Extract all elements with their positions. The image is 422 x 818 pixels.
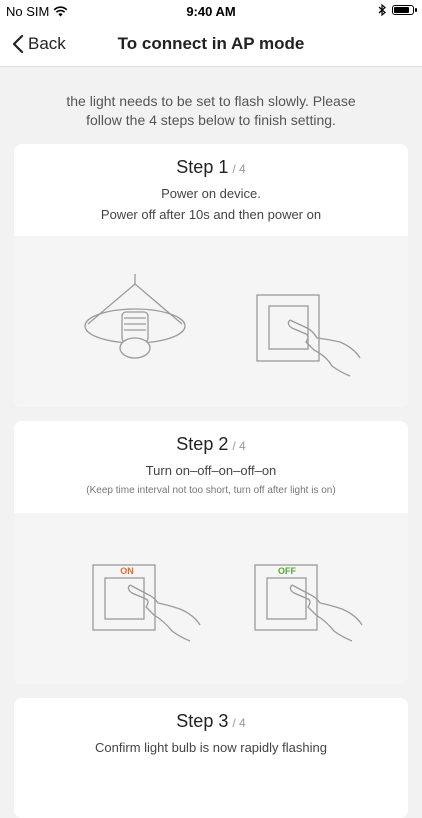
step-1-illustration: [14, 236, 408, 407]
step-1-card: Step 1/ 4 Power on device. Power off aft…: [14, 144, 408, 407]
step-1-title: Step 1/ 4: [14, 157, 408, 178]
intro-line-1: the light needs to be set to flash slowl…: [66, 93, 356, 109]
step-1-header: Step 1/ 4 Power on device. Power off aft…: [14, 144, 408, 236]
lamp-icon: [84, 274, 186, 359]
intro-line-2: follow the 4 steps below to finish setti…: [86, 112, 336, 128]
step-2-header: Step 2/ 4 Turn on–off–on–off–on (Keep ti…: [14, 421, 408, 513]
status-time: 9:40 AM: [186, 4, 236, 19]
switch-off-label: OFF: [278, 566, 296, 576]
step-3-title: Step 3/ 4: [14, 711, 408, 732]
status-bar: No SIM 9:40 AM: [0, 0, 422, 22]
status-right: [378, 4, 417, 16]
step-2-label: Step 2: [176, 434, 229, 454]
battery-icon: [392, 5, 417, 15]
step-3-label: Step 3: [176, 711, 229, 731]
step-3-description-1: Confirm light bulb is now rapidly flashi…: [95, 740, 327, 755]
step-2-title: Step 2/ 4: [14, 434, 408, 455]
page-title: To connect in AP mode: [117, 34, 305, 53]
step-3-card: Step 3/ 4 Confirm light bulb is now rapi…: [14, 698, 408, 818]
step-2-card: Step 2/ 4 Turn on–off–on–off–on (Keep ti…: [14, 421, 408, 684]
step-2-description-1: Turn on–off–on–off–on: [145, 463, 277, 478]
step-1-label: Step 1: [176, 157, 229, 177]
step-3-header: Step 3/ 4 Confirm light bulb is now rapi…: [14, 698, 408, 790]
step-1-description-2: Power off after 10s and then power on: [100, 207, 322, 222]
step-3-total: / 4: [232, 716, 246, 730]
intro-text: the light needs to be set to flash slowl…: [20, 92, 402, 130]
switch-off-icon: [254, 564, 363, 642]
step-1-total: / 4: [232, 162, 246, 176]
bluetooth-icon: [378, 4, 386, 16]
nav-bar: Back To connect in AP mode: [0, 22, 422, 67]
switch-on-label: ON: [120, 566, 134, 576]
step-1-description-1: Power on device.: [161, 186, 261, 201]
step-2-description-2: (Keep time interval not too short, turn …: [86, 485, 336, 496]
wall-switch-hand-icon: [256, 294, 361, 377]
step-2-total: / 4: [232, 439, 246, 453]
step-2-illustration: ON OFF: [14, 513, 408, 684]
switch-on-icon: [92, 564, 201, 642]
